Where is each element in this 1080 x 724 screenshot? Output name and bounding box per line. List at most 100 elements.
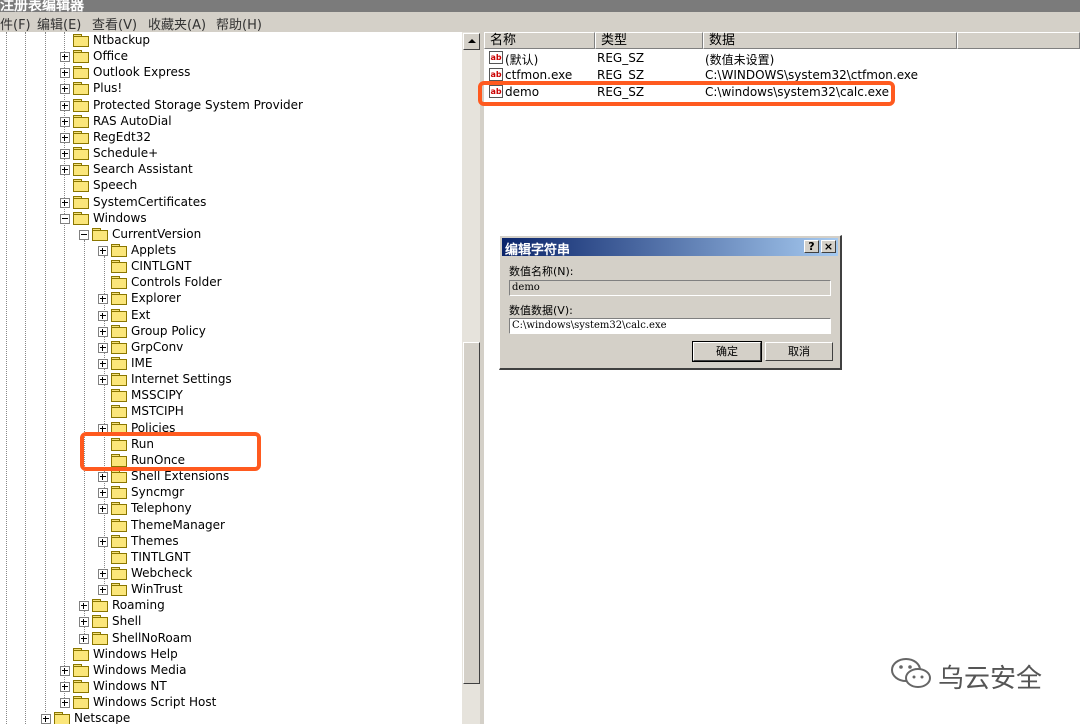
value-data-input[interactable]: C:\windows\system32\calc.exe xyxy=(509,318,831,334)
folder-icon xyxy=(111,502,127,516)
tree-node-label: Themes xyxy=(131,533,179,548)
watermark-text: 乌云安全 xyxy=(938,664,1043,694)
folder-icon xyxy=(111,373,127,387)
scroll-thumb[interactable] xyxy=(463,342,480,684)
tree-scrollbar[interactable] xyxy=(462,32,480,724)
folder-icon xyxy=(111,340,127,354)
scroll-up-button[interactable] xyxy=(463,33,480,50)
menu-edit[interactable]: 编辑(E) xyxy=(37,14,81,33)
expand-icon[interactable] xyxy=(98,326,108,337)
expand-icon[interactable] xyxy=(98,359,108,369)
folder-icon xyxy=(111,324,127,338)
tree-guide-line xyxy=(6,32,7,724)
folder-icon xyxy=(111,534,127,548)
tree-node-label: Windows Media xyxy=(93,662,187,677)
folder-icon xyxy=(92,599,108,613)
expand-icon[interactable] xyxy=(79,601,89,612)
folder-icon xyxy=(111,470,127,484)
tree-node-label: Windows Script Host xyxy=(93,695,217,710)
expand-icon[interactable] xyxy=(98,294,108,305)
expand-icon[interactable] xyxy=(98,585,108,596)
values-list[interactable]: 名称 类型 数据 ab (默认) REG_SZ (数值未设置) ab ctfmo… xyxy=(484,32,1080,724)
expand-icon[interactable] xyxy=(98,245,108,256)
tree-node-label: Shell Extensions xyxy=(131,469,230,484)
expand-icon[interactable] xyxy=(60,52,70,63)
expand-icon[interactable] xyxy=(60,100,70,111)
cancel-button[interactable]: 取消 xyxy=(765,342,833,361)
tree-node-label: Ext xyxy=(131,307,151,322)
expand-icon[interactable] xyxy=(98,310,108,321)
help-button[interactable]: ? xyxy=(804,240,819,253)
expand-icon[interactable] xyxy=(60,116,70,127)
collapse-icon[interactable] xyxy=(60,213,70,224)
value-type: REG_SZ xyxy=(597,51,645,65)
expand-icon[interactable] xyxy=(60,149,70,160)
column-header-type[interactable]: 类型 xyxy=(595,32,703,49)
tree-node-label: Windows xyxy=(93,210,147,225)
tree-node-label: Outlook Express xyxy=(93,65,191,80)
menu-help[interactable]: 帮助(H) xyxy=(216,14,262,33)
edit-string-dialog: 编辑字符串 ? × 数值名称(N): demo 数值数据(V): C:\wind… xyxy=(499,235,842,370)
ok-button[interactable]: 确定 xyxy=(692,341,762,362)
folder-icon xyxy=(73,647,89,661)
expand-icon[interactable] xyxy=(60,68,70,79)
expand-icon[interactable] xyxy=(79,617,89,628)
tree-node-label: Controls Folder xyxy=(131,275,222,290)
expand-icon[interactable] xyxy=(98,568,108,579)
dialog-title-bar[interactable]: 编辑字符串 ? × xyxy=(502,238,838,258)
expand-icon[interactable] xyxy=(60,682,70,692)
expand-icon[interactable] xyxy=(60,197,70,208)
folder-icon xyxy=(73,147,89,161)
column-header-name[interactable]: 名称 xyxy=(484,32,595,49)
folder-icon xyxy=(111,486,127,500)
expand-icon[interactable] xyxy=(60,132,70,143)
dialog-title: 编辑字符串 xyxy=(505,243,571,258)
folder-icon xyxy=(73,66,89,80)
folder-icon xyxy=(111,276,127,290)
tree-node-label: RAS AutoDial xyxy=(93,113,172,128)
value-type: REG_SZ xyxy=(597,68,645,82)
tree-guide-line xyxy=(25,32,26,724)
expand-icon[interactable] xyxy=(41,714,51,724)
tree-node-label: Speech xyxy=(93,178,138,193)
folder-icon xyxy=(73,195,89,209)
menu-bar: 件(F) 编辑(E) 查看(V) 收藏夹(A) 帮助(H) xyxy=(0,12,1080,33)
folder-icon xyxy=(73,680,89,693)
expand-icon[interactable] xyxy=(98,342,108,353)
menu-file[interactable]: 件(F) xyxy=(0,14,31,33)
tree-node-label: Group Policy xyxy=(131,323,206,338)
folder-icon xyxy=(73,163,89,177)
collapse-icon[interactable] xyxy=(79,229,89,240)
expand-icon[interactable] xyxy=(98,536,108,547)
expand-icon[interactable] xyxy=(98,375,108,386)
folder-icon xyxy=(73,50,89,64)
folder-icon xyxy=(54,712,70,724)
folder-icon xyxy=(92,631,108,645)
expand-icon[interactable] xyxy=(60,698,70,709)
tree-node-label: Netscape xyxy=(74,711,131,724)
expand-icon[interactable] xyxy=(98,488,108,499)
expand-icon[interactable] xyxy=(98,504,108,515)
expand-icon[interactable] xyxy=(60,165,70,176)
menu-favorites[interactable]: 收藏夹(A) xyxy=(148,14,206,33)
string-value-icon: ab xyxy=(489,51,503,64)
tree-node-label: Schedule+ xyxy=(93,146,159,161)
folder-icon xyxy=(73,82,89,96)
tree-node-label: MSSCIPY xyxy=(131,388,183,403)
value-data-label: 数值数据(V): xyxy=(509,304,573,317)
folder-icon xyxy=(111,357,127,370)
expand-icon[interactable] xyxy=(98,472,108,483)
tree-node-label: GrpConv xyxy=(131,339,184,354)
expand-icon[interactable] xyxy=(60,665,70,676)
expand-icon[interactable] xyxy=(60,84,70,95)
folder-icon xyxy=(73,34,89,47)
menu-view[interactable]: 查看(V) xyxy=(92,14,137,33)
tree-node-label: IME xyxy=(131,356,153,370)
tree-node-label: CINTLGNT xyxy=(131,259,192,274)
column-header-data[interactable]: 数据 xyxy=(703,32,957,49)
registry-key-tree[interactable]: Ntbackup Office Outlook Express Plus! Protec… xyxy=(0,32,462,724)
expand-icon[interactable] xyxy=(79,633,89,644)
close-button[interactable]: × xyxy=(821,240,836,253)
folder-icon xyxy=(73,98,89,112)
value-row[interactable]: ab (默认) REG_SZ (数值未设置) xyxy=(484,50,1080,67)
